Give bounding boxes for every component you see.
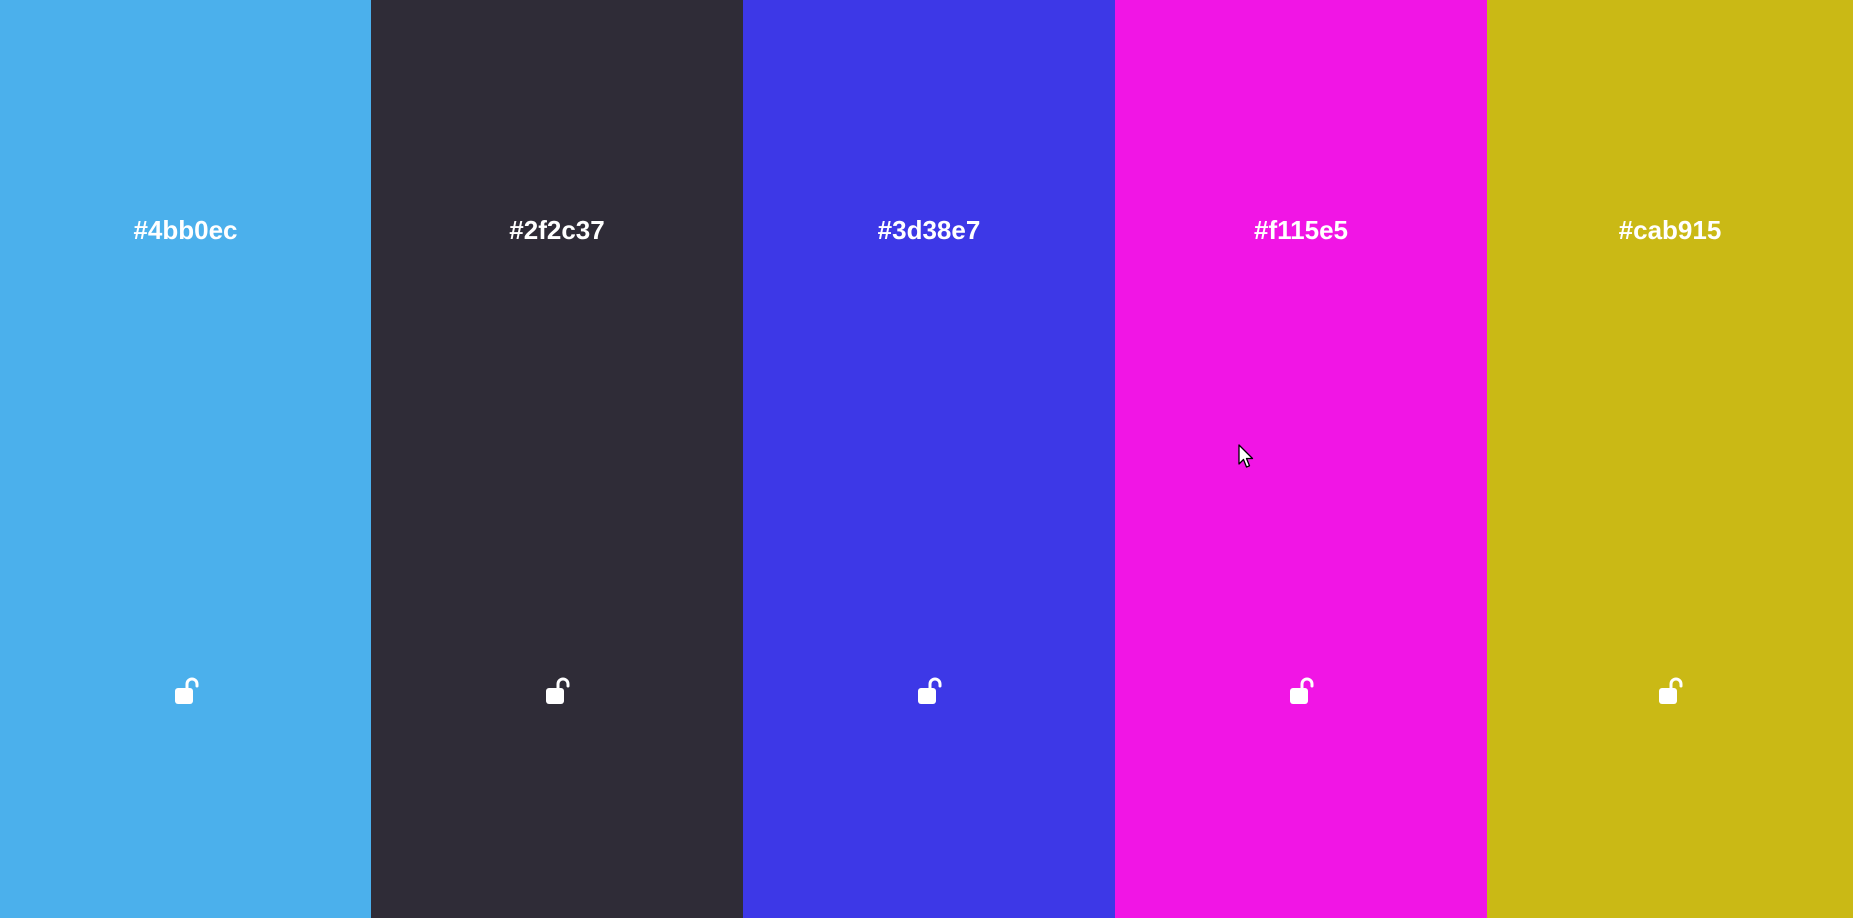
lock-toggle-button[interactable] xyxy=(914,674,944,708)
color-palette: #4bb0ec #2f2c37 #3d38e7 #f115e5 #cab915 xyxy=(0,0,1853,918)
hex-code-label[interactable]: #2f2c37 xyxy=(371,212,743,248)
hex-code-label[interactable]: #4bb0ec xyxy=(0,212,371,248)
color-column[interactable]: #2f2c37 xyxy=(371,0,743,918)
lock-toggle-button[interactable] xyxy=(171,674,201,708)
lock-toggle-button[interactable] xyxy=(1286,674,1316,708)
unlocked-padlock-icon xyxy=(173,676,199,706)
hex-code-label[interactable]: #cab915 xyxy=(1487,212,1853,248)
color-column[interactable]: #3d38e7 xyxy=(743,0,1115,918)
color-column[interactable]: #f115e5 xyxy=(1115,0,1487,918)
lock-toggle-button[interactable] xyxy=(542,674,572,708)
unlocked-padlock-icon xyxy=(544,676,570,706)
lock-toggle-button[interactable] xyxy=(1655,674,1685,708)
hex-code-label[interactable]: #3d38e7 xyxy=(743,212,1115,248)
color-column[interactable]: #cab915 xyxy=(1487,0,1853,918)
unlocked-padlock-icon xyxy=(1288,676,1314,706)
unlocked-padlock-icon xyxy=(916,676,942,706)
unlocked-padlock-icon xyxy=(1657,676,1683,706)
hex-code-label[interactable]: #f115e5 xyxy=(1115,212,1487,248)
color-column[interactable]: #4bb0ec xyxy=(0,0,371,918)
